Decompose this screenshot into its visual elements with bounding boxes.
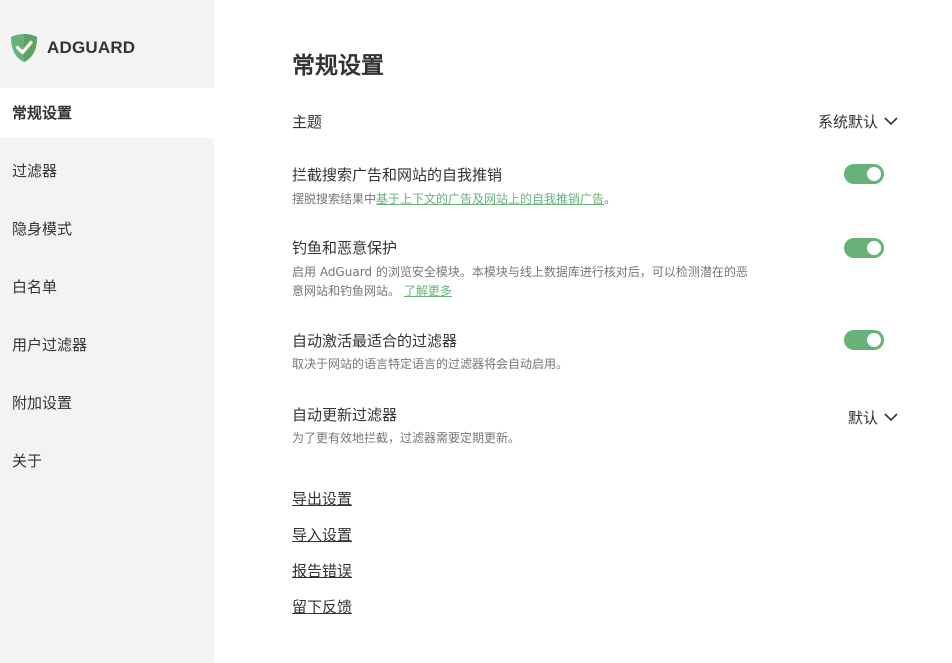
search-ads-desc-suffix: 。 [604,192,617,206]
leave-feedback-link[interactable]: 留下反馈 [292,596,352,617]
sidebar-item-filters[interactable]: 过滤器 [0,146,214,204]
sidebar: ADGUARD 常规设置 过滤器 隐身模式 白名单 用户过滤器 附加设置 关于 [0,0,214,663]
sidebar-item-about[interactable]: 关于 [0,436,214,494]
search-ads-title: 拦截搜索广告和网站的自我推销 [292,166,503,184]
app-window: ADGUARD 常规设置 过滤器 隐身模式 白名单 用户过滤器 附加设置 关于 … [0,0,952,663]
shield-check-icon [11,34,37,62]
search-ads-setting: 拦截搜索广告和网站的自我推销 摆脱搜索结果中基于上下文的广告及网站上的自我推销广… [292,164,898,209]
chevron-down-icon [884,413,898,422]
import-settings-link[interactable]: 导入设置 [292,524,352,545]
auto-update-description: 为了更有效地拦截，过滤器需要定期更新。 [292,431,521,445]
sidebar-item-advanced[interactable]: 附加设置 [0,378,214,436]
theme-label: 主题 [292,113,323,131]
search-ads-desc-link[interactable]: 基于上下文的广告及网站上的自我推销广告 [376,192,604,206]
sidebar-item-stealth[interactable]: 隐身模式 [0,204,214,262]
phishing-title: 钓鱼和恶意保护 [292,239,398,257]
toggle-knob [867,167,881,181]
phishing-toggle[interactable] [844,238,884,258]
theme-select[interactable]: 系统默认 [818,111,898,132]
page-title: 常规设置 [292,53,384,79]
sidebar-item-general[interactable]: 常规设置 [0,88,214,138]
sidebar-nav: 常规设置 过滤器 隐身模式 白名单 用户过滤器 附加设置 关于 [0,88,214,494]
auto-filters-title: 自动激活最适合的过滤器 [292,332,458,350]
auto-update-setting: 自动更新过滤器 为了更有效地拦截，过滤器需要定期更新。 默认 [292,404,898,448]
auto-filters-description: 取决于网站的语言特定语言的过滤器将会自动启用。 [292,357,569,371]
auto-update-title: 自动更新过滤器 [292,406,398,424]
toggle-knob [867,333,881,347]
auto-filters-toggle[interactable] [844,330,884,350]
phishing-setting: 钓鱼和恶意保护 启用 AdGuard 的浏览安全模块。本模块与线上数据库进行核对… [292,237,898,301]
phishing-desc-text: 启用 AdGuard 的浏览安全模块。本模块与线上数据库进行核对后，可以检测潜在… [292,265,748,298]
phishing-description: 启用 AdGuard 的浏览安全模块。本模块与线上数据库进行核对后，可以检测潜在… [292,263,752,301]
search-ads-description: 摆脱搜索结果中基于上下文的广告及网站上的自我推销广告。 [292,190,752,209]
auto-update-select-value: 默认 [847,409,878,427]
report-bug-link[interactable]: 报告错误 [292,560,352,581]
export-settings-link[interactable]: 导出设置 [292,488,352,509]
learn-more-link[interactable]: 了解更多 [404,284,452,298]
theme-setting: 主题 系统默认 [292,111,898,132]
sidebar-item-user-filter[interactable]: 用户过滤器 [0,320,214,378]
auto-update-select[interactable]: 默认 [848,407,898,428]
auto-filters-setting: 自动激活最适合的过滤器 取决于网站的语言特定语言的过滤器将会自动启用。 [292,330,898,374]
theme-select-value: 系统默认 [817,113,878,131]
toggle-knob [867,241,881,255]
logo: ADGUARD [10,32,135,64]
sidebar-item-allowlist[interactable]: 白名单 [0,262,214,320]
brand-name: ADGUARD [47,38,136,57]
search-ads-toggle[interactable] [844,164,884,184]
search-ads-desc-prefix: 摆脱搜索结果中 [292,192,377,206]
chevron-down-icon [884,117,898,126]
